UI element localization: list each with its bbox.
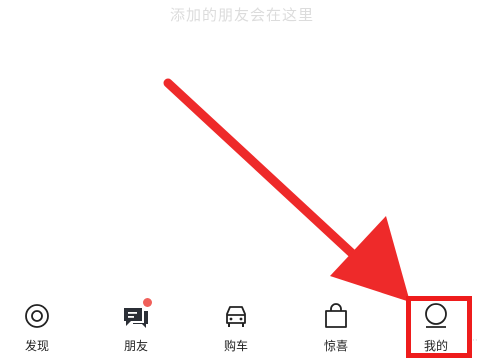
tab-friends-label: 朋友 <box>123 339 148 353</box>
tab-friends[interactable]: 朋友 <box>101 296 171 354</box>
tab-surprise[interactable]: 惊喜 <box>301 296 371 354</box>
notification-badge <box>143 298 152 307</box>
tab-buy-car[interactable]: 购车 <box>201 296 271 354</box>
tab-discover-label: 发现 <box>24 339 49 353</box>
target-icon <box>23 302 51 330</box>
highlight-box <box>406 296 472 358</box>
car-icon <box>222 302 250 330</box>
watermark: ·· <box>472 336 478 346</box>
tab-buy-car-label: 购车 <box>223 339 248 353</box>
tab-surprise-label: 惊喜 <box>323 339 348 353</box>
bag-icon <box>322 302 350 330</box>
tab-discover[interactable]: 发现 <box>2 296 72 354</box>
empty-friends-hint: 添加的朋友会在这里 <box>169 6 314 24</box>
